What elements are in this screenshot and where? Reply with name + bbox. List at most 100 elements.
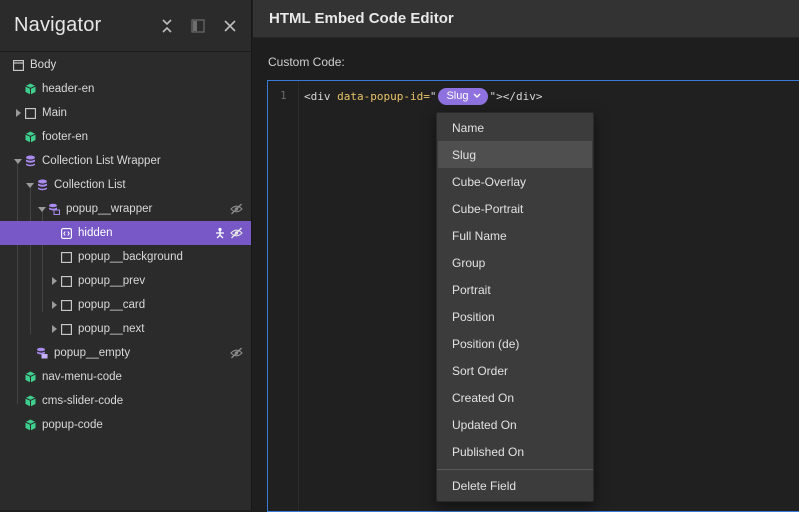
box-icon: [60, 323, 72, 335]
editor-header: HTML Embed Code Editor: [253, 0, 799, 38]
tree-item-label: header-en: [42, 83, 95, 95]
code-quote-open: ": [429, 90, 437, 103]
navigator-tree-item[interactable]: popup__next: [0, 317, 251, 341]
collection-icon: [24, 155, 36, 167]
navigator-tree-item[interactable]: popup__prev: [0, 269, 251, 293]
navigator-tree-item[interactable]: Collection List Wrapper: [0, 149, 251, 173]
tree-item-label: popup__wrapper: [66, 203, 153, 215]
box-icon: [60, 299, 72, 311]
symbol-icon: [24, 371, 36, 383]
box-icon: [24, 107, 36, 119]
tree-item-label: popup-code: [42, 419, 103, 431]
code-attribute: data-popup-id=: [337, 90, 430, 103]
editor-title: HTML Embed Code Editor: [269, 10, 454, 27]
line-number: 1: [280, 89, 287, 102]
tree-item-label: footer-en: [42, 131, 89, 143]
tree-item-label: Main: [42, 107, 67, 119]
caret-right-icon[interactable]: [50, 293, 58, 317]
navigator-tree-item[interactable]: Body: [0, 53, 251, 77]
field-menu-item[interactable]: Name: [438, 114, 592, 141]
menu-divider: [437, 469, 593, 470]
hidden-eye-icon[interactable]: [230, 347, 243, 359]
body-icon: [12, 59, 24, 71]
cms-field-pill-label: Slug: [446, 90, 469, 102]
field-menu-item[interactable]: Sort Order: [438, 357, 592, 384]
field-menu-item[interactable]: Created On: [438, 384, 592, 411]
navigator-tree-item[interactable]: nav-menu-code: [0, 365, 251, 389]
code-quote-close: ": [489, 90, 497, 103]
hidden-eye-icon[interactable]: [230, 203, 243, 215]
code-line[interactable]: <div data-popup-id= " Slug " ></div>: [304, 88, 542, 105]
hidden-eye-icon[interactable]: [230, 227, 243, 239]
code-tag-close: ></div>: [496, 90, 543, 103]
caret-right-icon[interactable]: [14, 101, 22, 125]
field-menu-item[interactable]: Cube-Portrait: [438, 195, 592, 222]
symbol-icon: [24, 395, 36, 407]
field-menu-item[interactable]: Published On: [438, 438, 592, 465]
field-dropdown-menu: Name Slug Cube-Overlay Cube-Portrait Full Na…: [436, 112, 594, 502]
navigator-header: Navigator: [0, 0, 251, 52]
tree-item-label: Collection List: [54, 179, 126, 191]
navigator-tree-item[interactable]: popup__card: [0, 293, 251, 317]
collection-icon: [36, 179, 48, 191]
field-menu-item[interactable]: Position (de): [438, 330, 592, 357]
cms-field-pill[interactable]: Slug: [438, 88, 488, 105]
tree-item-label: hidden: [78, 227, 113, 239]
dock-panel-icon[interactable]: [190, 18, 206, 34]
navigator-tree-item[interactable]: hidden: [0, 221, 251, 245]
box-icon: [60, 275, 72, 287]
caret-right-icon[interactable]: [50, 269, 58, 293]
collection-item-icon: [48, 203, 60, 215]
settings-icon[interactable]: [214, 227, 227, 239]
tree-item-label: popup__card: [78, 299, 146, 311]
code-tag-open: <div: [304, 90, 338, 103]
box-icon: [60, 251, 72, 263]
navigator-tree-item[interactable]: footer-en: [0, 125, 251, 149]
field-menu-item[interactable]: Group: [438, 249, 592, 276]
collection-empty-icon: [36, 347, 48, 359]
caret-right-icon[interactable]: [50, 317, 58, 341]
navigator-tree-item[interactable]: popup__wrapper: [0, 197, 251, 221]
symbol-icon: [24, 131, 36, 143]
field-menu-item[interactable]: Cube-Overlay: [438, 168, 592, 195]
caret-down-icon[interactable]: [38, 197, 46, 221]
close-icon[interactable]: [222, 18, 238, 34]
chevron-down-icon: [473, 93, 480, 98]
tree-item-label: popup__next: [78, 323, 145, 335]
symbol-icon: [24, 419, 36, 431]
navigator-tree-item[interactable]: Collection List: [0, 173, 251, 197]
tree-item-label: Collection List Wrapper: [42, 155, 161, 167]
navigator-panel: Navigator Body header-en Main footer-en Coll…: [0, 0, 252, 510]
tree-item-label: popup__background: [78, 251, 183, 263]
tree-item-label: popup__prev: [78, 275, 146, 287]
tree-item-label: nav-menu-code: [42, 371, 122, 383]
symbol-icon: [24, 83, 36, 95]
collapse-all-icon[interactable]: [159, 18, 175, 34]
navigator-tree-item[interactable]: cms-slider-code: [0, 389, 251, 413]
delete-field-menu-item[interactable]: Delete Field: [438, 472, 592, 499]
navigator-tree-item[interactable]: Main: [0, 101, 251, 125]
line-gutter: 1: [268, 81, 299, 511]
navigator-tree-item[interactable]: header-en: [0, 77, 251, 101]
tree-item-label: cms-slider-code: [42, 395, 124, 407]
custom-code-label: Custom Code:: [268, 55, 345, 69]
caret-down-icon[interactable]: [26, 173, 34, 197]
navigator-tree-item[interactable]: popup-code: [0, 413, 251, 437]
field-menu-item[interactable]: Updated On: [438, 411, 592, 438]
navigator-title: Navigator: [14, 14, 102, 36]
field-menu-item[interactable]: Position: [438, 303, 592, 330]
navigator-tree-item[interactable]: popup__empty: [0, 341, 251, 365]
navigator-tree-item[interactable]: popup__background: [0, 245, 251, 269]
field-menu-item[interactable]: Portrait: [438, 276, 592, 303]
tree-item-label: popup__empty: [54, 347, 131, 359]
caret-down-icon[interactable]: [14, 149, 22, 173]
field-menu-item[interactable]: Full Name: [438, 222, 592, 249]
field-menu-item[interactable]: Slug: [438, 141, 592, 168]
